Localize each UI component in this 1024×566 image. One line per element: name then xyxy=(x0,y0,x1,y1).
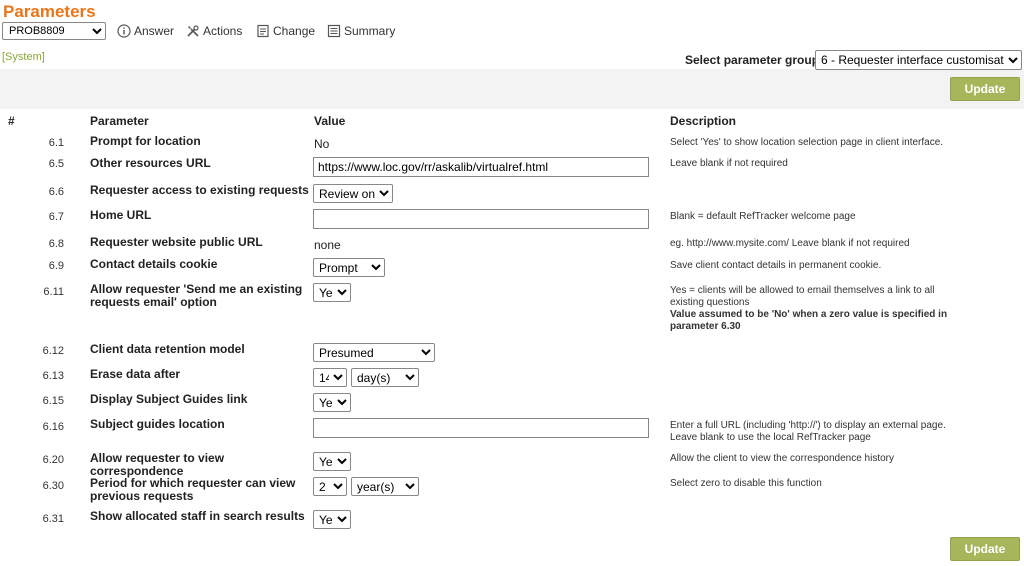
row-num: 6.15 xyxy=(42,395,64,407)
row-num: 6.13 xyxy=(42,370,64,382)
row-num: 6.20 xyxy=(42,454,64,466)
row-num: 6.7 xyxy=(48,211,64,223)
param-data-retention: Client data retention model xyxy=(90,342,245,356)
row-num: 6.11 xyxy=(43,286,64,298)
desc-website-public-url: eg. http://www.mysite.com/ Leave blank i… xyxy=(670,238,910,249)
erase-data-unit-select[interactable]: day(s) xyxy=(351,368,419,387)
param-view-correspondence: Allow requester to view correspondence xyxy=(90,451,225,478)
header-value: Value xyxy=(314,114,346,128)
value-prompt-location: No xyxy=(314,137,330,151)
desc-send-existing-text: Yes = clients will be allowed to email t… xyxy=(670,285,935,308)
param-subject-guides-link: Display Subject Guides link xyxy=(90,392,248,406)
header-parameter: Parameter xyxy=(90,114,149,128)
row-num: 6.30 xyxy=(42,480,64,492)
answer-label: Answer xyxy=(134,24,175,38)
contact-cookie-select[interactable]: Prompt xyxy=(313,258,385,277)
row-num: 6.6 xyxy=(48,186,64,198)
group-label: Select parameter group xyxy=(685,53,820,67)
view-period-amount-select[interactable]: 2 xyxy=(313,477,347,496)
view-period-unit-select[interactable]: year(s) xyxy=(351,477,419,496)
change-label: Change xyxy=(273,24,316,38)
document-icon xyxy=(257,24,269,38)
desc-view-period: Select zero to disable this function xyxy=(670,478,822,489)
row-num: 6.16 xyxy=(42,421,64,433)
update-button-bottom[interactable]: Update xyxy=(950,537,1020,561)
param-erase-data: Erase data after xyxy=(90,367,181,381)
param-other-resources-url: Other resources URL xyxy=(90,156,211,170)
send-existing-requests-select[interactable]: Yes xyxy=(313,283,351,302)
desc-other-resources-url: Leave blank if not required xyxy=(670,158,788,169)
tools-icon xyxy=(187,25,199,37)
desc-subject-guides-location: Enter a full URL (including 'http://') t… xyxy=(670,420,946,443)
show-allocated-staff-select[interactable]: Yes xyxy=(313,510,351,529)
param-send-existing-requests: Allow requester 'Send me an existing req… xyxy=(90,282,303,309)
param-view-period: Period for which requester can view prev… xyxy=(90,476,296,503)
update-button-top[interactable]: Update xyxy=(950,77,1020,101)
param-home-url: Home URL xyxy=(90,208,152,222)
desc-home-url: Blank = default RefTracker welcome page xyxy=(670,211,856,222)
row-num: 6.12 xyxy=(42,345,64,357)
desc-view-correspondence: Allow the client to view the corresponde… xyxy=(670,453,895,464)
summary-button[interactable]: Summary xyxy=(327,24,395,38)
row-num: 6.9 xyxy=(48,260,64,272)
desc-send-existing-note: Value assumed to be 'No' when a zero val… xyxy=(670,309,948,332)
actions-button[interactable]: Actions xyxy=(186,24,242,38)
actions-label: Actions xyxy=(203,24,243,38)
list-icon xyxy=(327,24,341,38)
value-website-public-url: none xyxy=(314,238,341,252)
summary-label: Summary xyxy=(344,24,396,38)
param-prompt-location: Prompt for location xyxy=(90,134,201,148)
header-num: # xyxy=(8,114,15,128)
param-subject-guides-location: Subject guides location xyxy=(90,417,225,431)
requester-access-select[interactable]: Review only xyxy=(313,184,393,203)
toolbar-band xyxy=(0,69,1024,109)
info-icon xyxy=(117,24,131,38)
subject-guides-location-input[interactable] xyxy=(313,418,649,438)
row-num: 6.31 xyxy=(42,513,64,525)
other-resources-url-input[interactable] xyxy=(313,157,649,177)
desc-contact-cookie: Save client contact details in permanent… xyxy=(670,260,882,271)
desc-prompt-location: Select 'Yes' to show location selection … xyxy=(670,137,944,148)
parameter-group-select[interactable]: 6 - Requester interface customisation xyxy=(815,50,1022,70)
system-link[interactable]: [System] xyxy=(2,51,45,63)
home-url-input[interactable] xyxy=(313,209,649,229)
param-contact-cookie: Contact details cookie xyxy=(90,257,218,271)
param-show-allocated-staff: Show allocated staff in search results xyxy=(90,509,305,523)
row-num: 6.1 xyxy=(48,137,64,149)
subject-guides-link-select[interactable]: Yes xyxy=(313,393,351,412)
desc-send-existing-requests: Yes = clients will be allowed to email t… xyxy=(670,285,960,333)
erase-data-amount-select[interactable]: 14 xyxy=(313,368,347,387)
answer-button[interactable]: Answer xyxy=(117,24,174,38)
row-num: 6.5 xyxy=(48,158,64,170)
param-requester-access: Requester access to existing requests xyxy=(90,183,309,197)
page-title: Parameters xyxy=(3,2,96,21)
row-num: 6.8 xyxy=(48,238,64,250)
change-button[interactable]: Change xyxy=(256,24,315,38)
param-website-public-url: Requester website public URL xyxy=(90,235,263,249)
view-correspondence-select[interactable]: Yes xyxy=(313,452,351,471)
data-retention-select[interactable]: Presumed xyxy=(313,343,435,362)
problem-select[interactable]: PROB8809 xyxy=(2,22,106,40)
header-description: Description xyxy=(670,114,737,128)
